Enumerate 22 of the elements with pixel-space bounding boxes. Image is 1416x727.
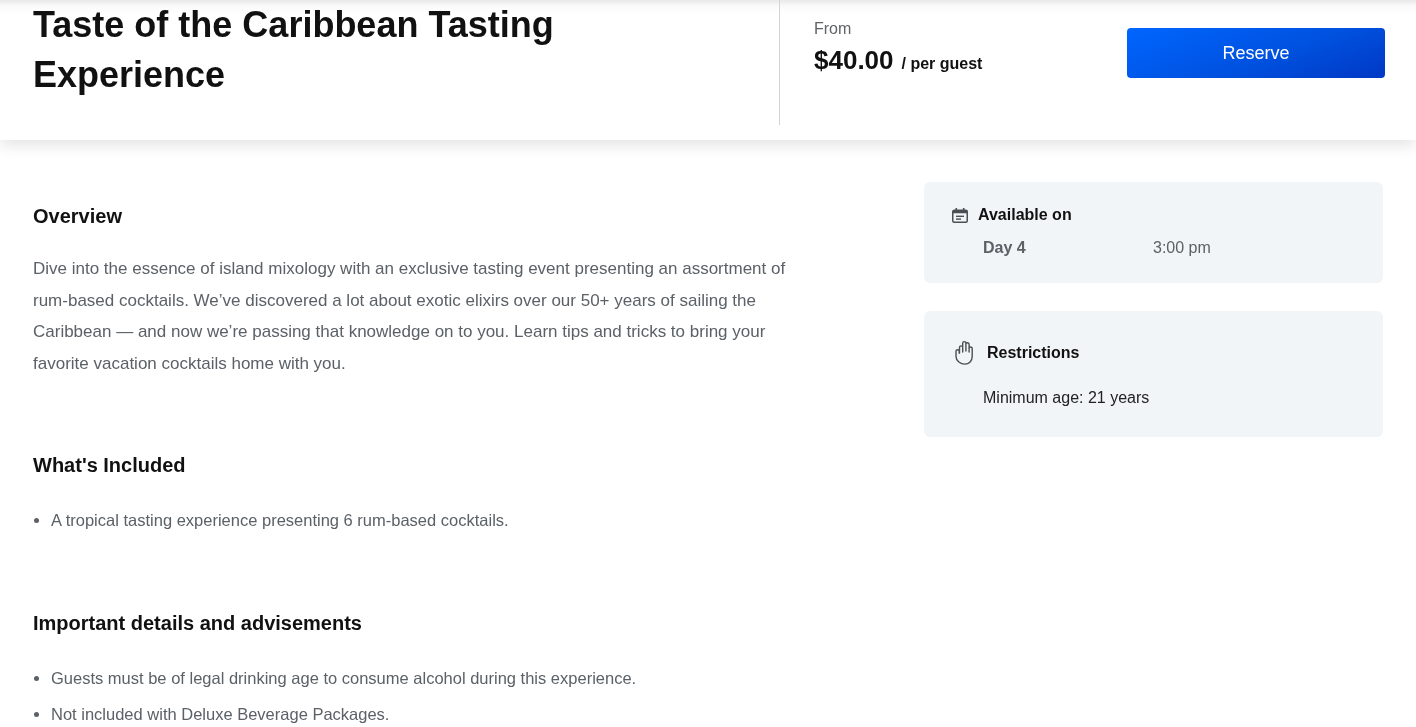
section-heading: Overview [33, 204, 123, 228]
list-item: Guests must be of legal drinking age to consume alcohol during this experience. [51, 668, 637, 689]
card-title: Available on [978, 205, 1072, 225]
day-text: Day 4 [983, 238, 1027, 258]
bullet-icon [34, 675, 39, 681]
time-text: 3:00 pm [1153, 238, 1211, 258]
experience-title: Taste of the Caribbean Tasting Experience [33, 3, 555, 97]
hand-icon [955, 340, 973, 365]
overview-text: Dive into the essence of island mixology with an exclusive tasting event presenting an assortment of rum-based cocktails. We’ve discovered a lot about exotic elixirs over our 50+ years of sailing the Caribbean — and now we’re passing that knowledge on to you. Learn tips and tricks to bring your favorite vacation cocktails home with you. [33, 258, 787, 375]
list-item: A tropical tasting experience presenting 6 rum-based cocktails. [51, 510, 509, 531]
reserve-button[interactable]: Reserve [1127, 28, 1385, 78]
restriction-text: Minimum age: 21 years [983, 388, 1151, 408]
bullet-icon [34, 517, 39, 523]
list-item: Not included with Deluxe Beverage Packages. [51, 704, 390, 725]
section-heading: What's Included [33, 453, 187, 477]
price: $40.00 [814, 45, 894, 76]
card-title: Restrictions [987, 342, 1080, 363]
bullet-icon [34, 711, 39, 717]
price-unit: / per guest [901, 55, 983, 73]
calendar-icon [952, 207, 968, 223]
section-heading: Important details and advisements [33, 611, 363, 635]
price-label: From [814, 19, 853, 39]
